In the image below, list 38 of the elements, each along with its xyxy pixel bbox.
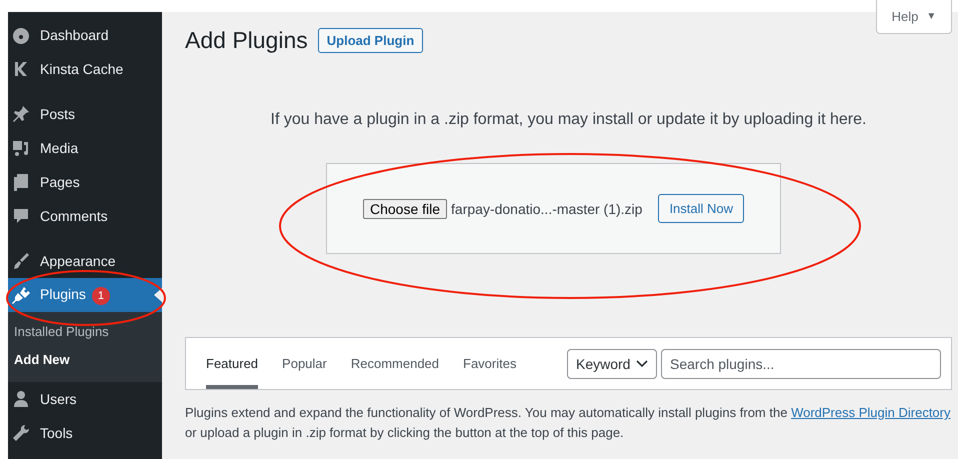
sidebar-item[interactable]: Appearance: [8, 244, 162, 278]
page-title: Add Plugins: [185, 27, 308, 54]
plugin-directory-link[interactable]: WordPress Plugin Directory: [791, 405, 950, 420]
filter-tab[interactable]: Featured: [206, 338, 258, 389]
sidebar-item[interactable]: Pages: [8, 165, 162, 199]
submenu-item[interactable]: Add New: [8, 346, 162, 374]
search-field[interactable]: Search plugins...: [661, 349, 941, 379]
search-type-select[interactable]: Keyword: [567, 349, 657, 379]
gauge-icon: [11, 25, 31, 45]
chevron-down-icon: [636, 360, 648, 368]
pages-icon: [11, 172, 31, 192]
wrench-icon: [11, 423, 31, 443]
sidebar-item[interactable]: Users: [8, 382, 162, 416]
filter-tab[interactable]: Popular: [282, 338, 327, 389]
upload-plugin-button[interactable]: Upload Plugin: [318, 28, 424, 53]
file-name: farpay-donatio...-master (1).zip: [451, 200, 642, 216]
sidebar-item[interactable]: Comments: [8, 199, 162, 233]
update-count: 1: [92, 286, 110, 304]
plug-icon: [11, 285, 31, 305]
sidebar-item[interactable]: Posts: [8, 97, 162, 131]
description-text: Plugins extend and expand the functionality of WordPress. You may automatically install plugins from the WordPress Plugin Directory or upload a plugin in .zip format by clicking the button at the top of this page.: [185, 404, 952, 442]
pin-icon: [11, 104, 31, 124]
filter-tab[interactable]: Recommended: [350, 338, 440, 389]
filter-tab[interactable]: Favorites: [463, 338, 516, 389]
sidebar-item[interactable]: Tools: [8, 416, 162, 450]
speech-bubble-icon: [11, 206, 31, 226]
paintbrush-icon: [11, 251, 31, 271]
submenu-item[interactable]: Installed Plugins: [8, 318, 162, 346]
media-icon: [11, 138, 31, 158]
choose-file-button[interactable]: Choose file: [362, 198, 448, 218]
help-tab[interactable]: Help ▼: [876, 0, 952, 34]
user-icon: [11, 389, 31, 409]
sidebar-item[interactable]: Kinsta Cache: [8, 52, 162, 86]
install-now-button[interactable]: Install Now: [658, 194, 744, 223]
upload-hint: If you have a plugin in a .zip format, you may install or update it by uploading it here.: [270, 111, 868, 129]
sidebar-item[interactable]: Plugins 1: [8, 278, 162, 312]
sidebar-item[interactable]: Dashboard: [8, 18, 162, 52]
sidebar-item[interactable]: Media: [8, 131, 162, 165]
